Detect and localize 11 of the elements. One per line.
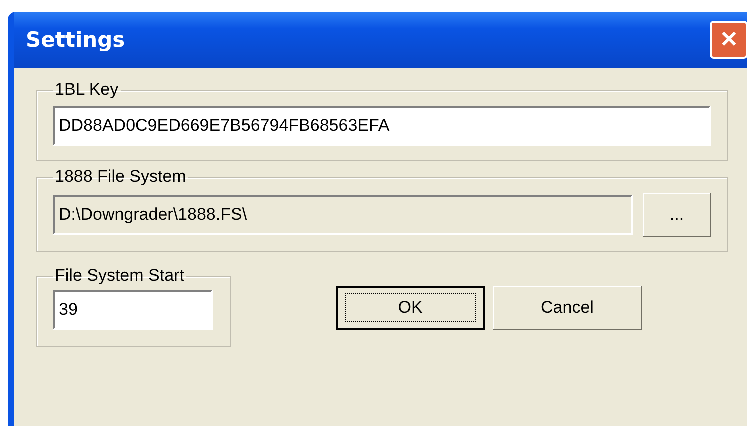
group-label: 1BL Key (54, 80, 120, 100)
browse-button[interactable]: ... (643, 193, 711, 237)
close-button[interactable]: ✕ (710, 21, 747, 59)
input-field[interactable]: D:\Downgrader\1888.FS\ (53, 195, 633, 235)
cancel-button[interactable]: Cancel (493, 286, 642, 330)
ok-button[interactable]: OK (336, 286, 485, 330)
window-title: Settings (26, 28, 126, 52)
input-field[interactable]: DD88AD0C9ED669E7B56794FB68563EFA (53, 106, 711, 146)
input-field[interactable]: 39 (53, 290, 213, 330)
group-label: File System Start (54, 266, 186, 286)
group-label: 1888 File System (54, 167, 188, 187)
